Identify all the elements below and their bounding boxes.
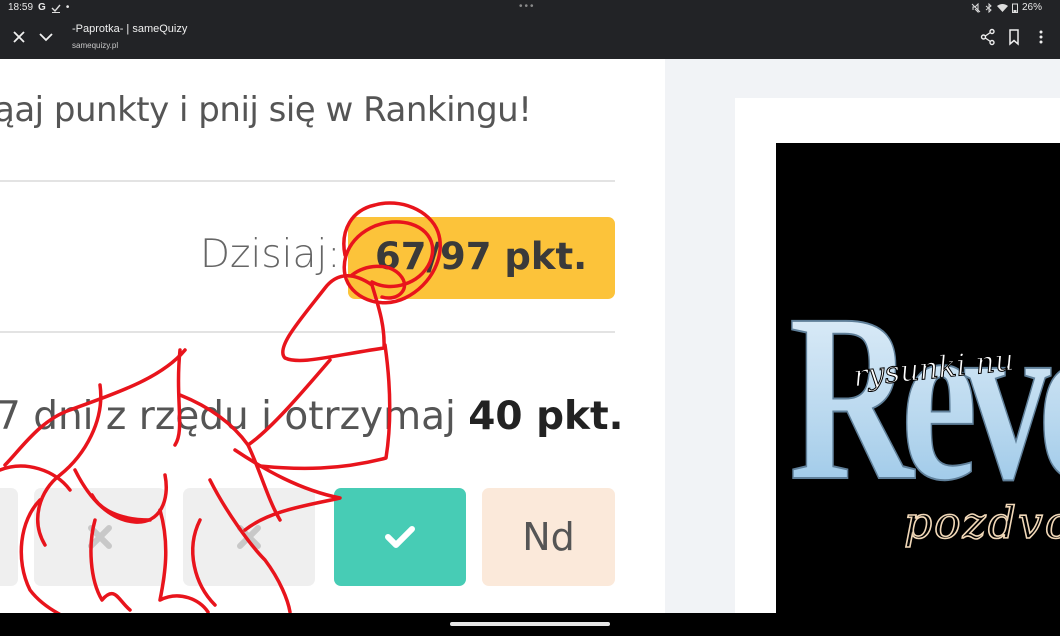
bluetooth-icon [985,2,992,13]
google-icon: G [38,2,46,13]
chevron-down-icon[interactable] [37,28,55,46]
day-tile-sunday: Nd [482,488,615,586]
battery-icon [1011,3,1018,13]
status-bar: 18:59 G • ••• 26% [0,0,1060,17]
streak-points: 40 pkt. [468,394,624,439]
ad-footer: pozdvo [904,498,1060,549]
streak-text: 7 dni z rzędu i otrzymaj 40 pkt. [0,394,623,439]
day-tile-done [334,488,466,586]
divider [0,331,615,333]
day-label-sunday: Nd [522,515,575,559]
day-tile-missed [0,488,18,586]
home-gesture-handle[interactable] [450,622,610,626]
share-icon[interactable] [980,28,996,46]
system-navigation-bar [0,613,1060,636]
ad-banner-image[interactable]: Reve rysunki nu pozdvo [776,143,1060,613]
download-done-icon [51,4,61,13]
page-title: -Paprotka- | sameQuizy [72,23,188,35]
notification-dot-icon: • [65,2,70,13]
divider [0,180,615,182]
wifi-icon [996,3,1008,12]
bookmark-icon[interactable] [1007,28,1021,46]
today-points-value: 67/97 pkt. [375,235,588,278]
day-tile-missed [34,488,166,586]
main-content: ąaj punkty i pnij się w Rankingu! Dzisia… [0,59,665,613]
today-label: Dzisiaj: [200,232,341,277]
ranking-headline: ąaj punkty i pnij się w Rankingu! [0,90,532,130]
more-options-icon[interactable] [1034,28,1048,46]
cross-icon [237,525,261,549]
check-icon [385,526,415,548]
clock: 18:59 [8,2,34,13]
battery-percent: 26% [1021,2,1042,13]
page-url: samequizy.pl [72,41,119,50]
browser-toolbar: -Paprotka- | sameQuizy samequizy.pl [0,17,1060,59]
ad-title: Reve [789,266,1060,531]
streak-description: 7 dni z rzędu i otrzymaj [0,394,469,439]
cross-icon [88,525,112,549]
close-icon[interactable] [10,28,28,46]
day-tile-missed [183,488,315,586]
multitask-dots-icon[interactable]: ••• [519,1,536,12]
mute-icon [971,2,981,13]
